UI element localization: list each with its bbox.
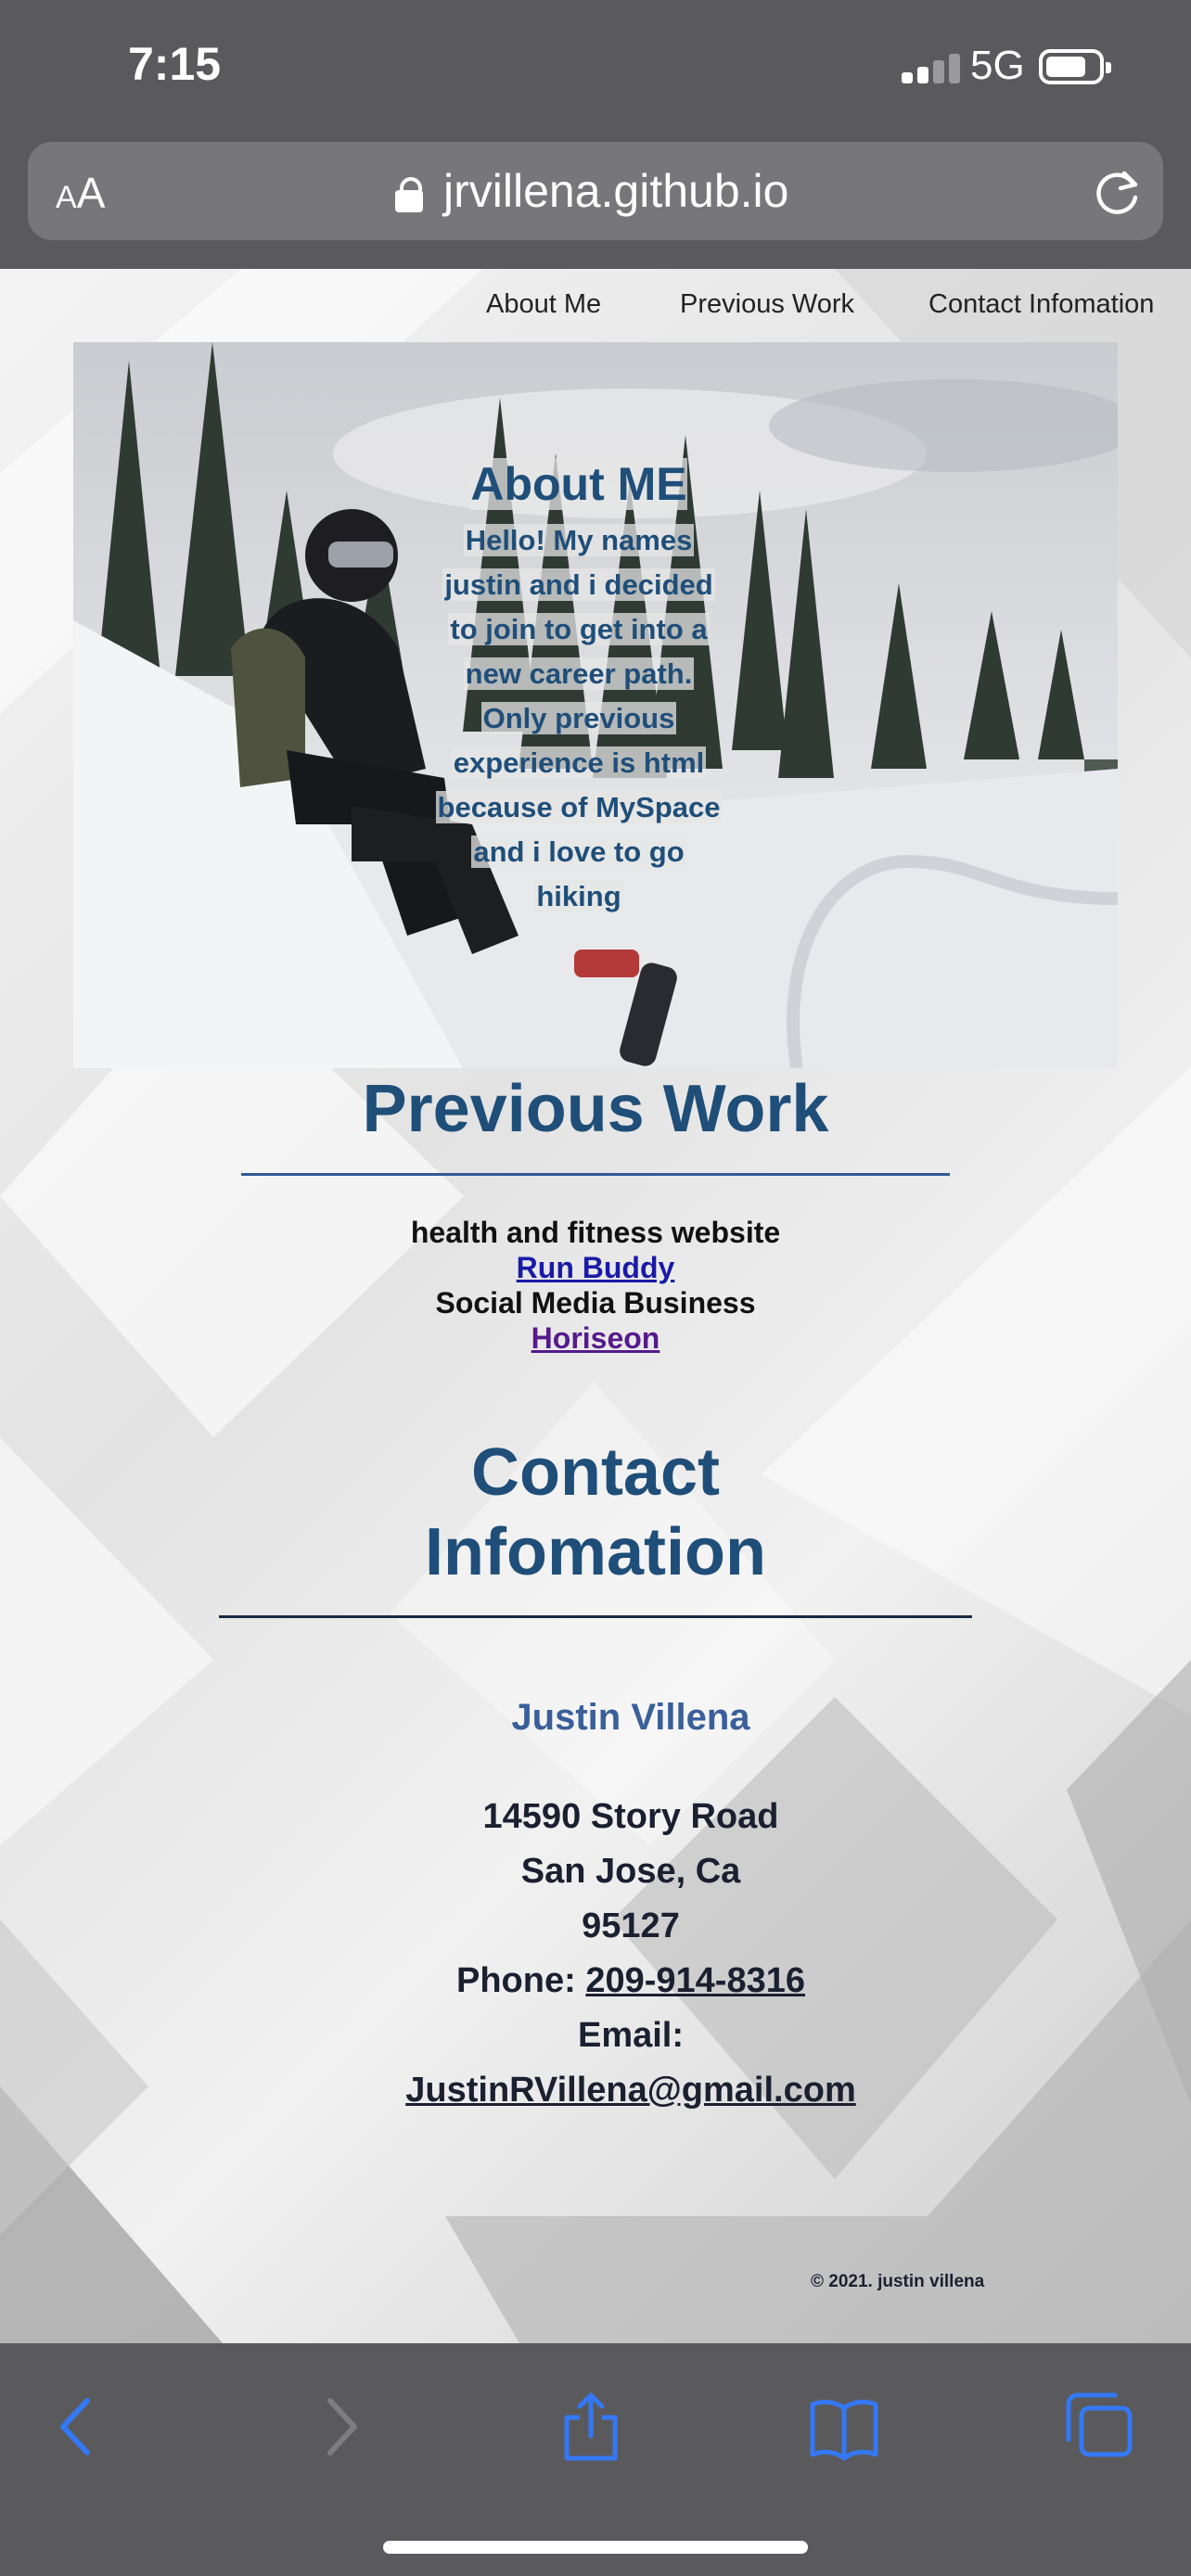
- previous-work-list: health and fitness website Run Buddy Soc…: [0, 1215, 1191, 1356]
- reload-icon[interactable]: [1093, 166, 1145, 218]
- nav-contact-information[interactable]: Contact Infomation: [928, 289, 1154, 320]
- about-text: Hello! My names justin and i decided to …: [435, 524, 723, 912]
- battery-icon: [1039, 49, 1111, 84]
- phone-row: Phone: 209-914-8316: [456, 1961, 805, 2000]
- phone-link[interactable]: 209-914-8316: [585, 1961, 805, 2000]
- status-bar: 7:15 5G: [0, 0, 1191, 139]
- address-bar[interactable]: AA jrvillena.github.io: [28, 142, 1163, 240]
- tabs-icon[interactable]: [1061, 2390, 1135, 2464]
- status-time: 7:15: [128, 38, 222, 90]
- signal-icon: [902, 54, 961, 83]
- book-icon[interactable]: [807, 2390, 881, 2464]
- chevron-left-icon[interactable]: [41, 2390, 115, 2464]
- lock-icon: [395, 177, 423, 212]
- zip-code: 95127: [582, 1906, 680, 1945]
- address-line-1: 14590 Story Road: [482, 1797, 779, 1836]
- chevron-right-icon[interactable]: [302, 2390, 377, 2464]
- copyright: © 2021. justin villena: [811, 2272, 985, 2291]
- network-type: 5G: [970, 43, 1025, 88]
- work-item-description: Social Media Business: [435, 1286, 756, 1320]
- email-link[interactable]: JustinRVillena@gmail.com: [405, 2071, 855, 2110]
- url-text[interactable]: jrvillena.github.io: [443, 164, 788, 218]
- about-hero-image: About ME Hello! My names justin and i de…: [73, 342, 1118, 1068]
- about-section: About ME Hello! My names justin and i de…: [426, 453, 732, 919]
- previous-work-title: Previous Work: [362, 1072, 829, 1146]
- work-item-description: health and fitness website: [410, 1216, 781, 1249]
- email-label: Email:: [577, 2016, 685, 2055]
- home-indicator: [383, 2541, 808, 2554]
- run-buddy-link[interactable]: Run Buddy: [517, 1250, 675, 1285]
- about-title: About ME: [470, 458, 687, 510]
- top-nav: About Me Previous Work Contact Infomatio…: [0, 278, 1191, 325]
- nav-previous-work[interactable]: Previous Work: [680, 289, 854, 320]
- address-line-2: San Jose, Ca: [520, 1852, 741, 1891]
- web-page: About Me Previous Work Contact Infomatio…: [0, 269, 1191, 2343]
- nav-about-me[interactable]: About Me: [486, 289, 601, 320]
- contact-name: Justin Villena: [511, 1697, 750, 1738]
- contact-details: 14590 Story Road San Jose, Ca 95127 Phon…: [0, 1790, 1191, 2118]
- reader-options-button[interactable]: AA: [56, 168, 105, 218]
- horiseon-link[interactable]: Horiseon: [531, 1320, 660, 1356]
- contact-title: Contact Infomation: [425, 1435, 766, 1589]
- share-icon[interactable]: [554, 2390, 628, 2464]
- previous-work-divider: [241, 1173, 950, 1176]
- contact-divider: [219, 1615, 972, 1618]
